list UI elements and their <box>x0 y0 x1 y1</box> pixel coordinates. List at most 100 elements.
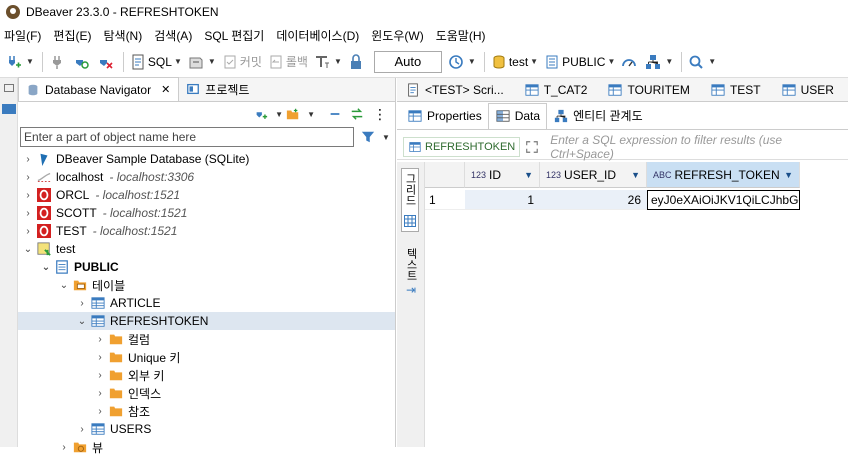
sort-icon[interactable]: ▼ <box>631 170 640 180</box>
tab-data[interactable]: Data <box>487 102 548 129</box>
tab-grid-view[interactable]: 그리드 <box>401 168 419 232</box>
tree-item-users[interactable]: › USERS <box>18 420 395 438</box>
new-connection-button[interactable]: ▼ <box>4 51 34 73</box>
tab-er-diagram[interactable]: 엔티티 관계도 <box>547 103 649 129</box>
reconnect-button[interactable] <box>71 51 91 73</box>
chevron-right-icon[interactable]: › <box>22 208 34 219</box>
tab-t-cat2[interactable]: T_CAT2 <box>516 78 600 101</box>
tab-test[interactable]: TEST <box>702 78 773 101</box>
connect-button[interactable] <box>47 51 67 73</box>
tree-item-views[interactable]: › 뷰 <box>18 438 395 456</box>
tree-item-localhost[interactable]: › localhost - localhost:3306 <box>18 168 395 186</box>
chevron-right-icon[interactable]: › <box>94 388 106 399</box>
menu-search[interactable]: 검색(A) <box>152 27 200 44</box>
tab-projects[interactable]: 프로젝트 <box>179 77 257 101</box>
filter-row: ▼ <box>18 126 395 148</box>
tree-item-columns[interactable]: › 컬럼 <box>18 330 395 348</box>
tree-item-sample-db[interactable]: › DBeaver Sample Database (SQLite) <box>18 150 395 168</box>
row-number[interactable]: 1 <box>425 190 465 210</box>
tree-item-unique-keys[interactable]: › Unique 키 <box>18 348 395 366</box>
new-connection-icon[interactable] <box>253 107 269 121</box>
tree-item-orcl[interactable]: › ORCL - localhost:1521 <box>18 186 395 204</box>
history-button[interactable]: ▼ <box>446 51 476 73</box>
panel-icon[interactable] <box>2 104 16 114</box>
chevron-down-icon[interactable]: ▼ <box>275 110 283 119</box>
tree-item-tables[interactable]: ⌄ 테이블 <box>18 276 395 294</box>
menu-sql-editor[interactable]: SQL 편집기 <box>202 27 272 44</box>
menu-edit[interactable]: 편집(E) <box>51 27 99 44</box>
chevron-down-icon[interactable]: ⌄ <box>22 244 34 255</box>
commit-label: 커밋 <box>239 55 262 69</box>
menu-window[interactable]: 윈도우(W) <box>369 27 431 44</box>
menu-help[interactable]: 도움말(H) <box>434 27 494 44</box>
tree-item-foreign-keys[interactable]: › 외부 키 <box>18 366 395 384</box>
menu-database[interactable]: 데이터베이스(D) <box>274 27 367 44</box>
new-folder-icon[interactable] <box>285 107 301 121</box>
commit-button[interactable]: 커밋 <box>220 51 262 73</box>
chevron-right-icon[interactable]: › <box>22 154 34 165</box>
tree-item-refreshtoken[interactable]: ⌄ REFRESHTOKEN <box>18 312 395 330</box>
chevron-right-icon[interactable]: › <box>22 172 34 183</box>
cell-id[interactable]: 1 <box>465 190 540 210</box>
cell-refresh-token[interactable]: eyJ0eXAiOiJKV1QiLCJhbGciO <box>647 190 800 210</box>
transaction-log-button[interactable]: ▼ <box>312 51 342 73</box>
object-filter-input[interactable] <box>20 127 354 147</box>
disconnect-button[interactable] <box>95 51 115 73</box>
tree-item-references[interactable]: › 참조 <box>18 402 395 420</box>
menu-file[interactable]: 파일(F) <box>2 27 49 44</box>
chevron-right-icon[interactable]: › <box>22 226 34 237</box>
filter-icon[interactable] <box>360 130 376 144</box>
chevron-right-icon[interactable]: › <box>94 370 106 381</box>
tab-database-navigator[interactable]: Database Navigator ✕ <box>18 77 180 101</box>
schema-selector[interactable]: PUBLIC ▼ <box>542 51 615 73</box>
tables-folder-icon <box>73 280 87 291</box>
chevron-right-icon[interactable]: › <box>94 352 106 363</box>
chevron-right-icon[interactable]: › <box>94 334 106 345</box>
tab-test-script[interactable]: <TEST> Scri... <box>397 78 516 101</box>
tx-mode-button[interactable]: ▼ <box>186 51 216 73</box>
link-editor-icon[interactable] <box>349 107 365 121</box>
chevron-right-icon[interactable]: › <box>76 298 88 309</box>
search-button[interactable]: ▼ <box>686 51 716 73</box>
tree-item-article[interactable]: › ARTICLE <box>18 294 395 312</box>
view-menu-icon[interactable]: ⋮ <box>373 106 387 123</box>
sort-icon[interactable]: ▼ <box>784 170 793 180</box>
rollback-button[interactable]: 롤백 <box>266 51 308 73</box>
tab-users[interactable]: USER <box>773 78 846 101</box>
tab-text-view[interactable]: 텍스트 ⇥ <box>403 248 419 308</box>
tree-item-public[interactable]: ⌄ PUBLIC <box>18 258 395 276</box>
sql-filter-input[interactable]: Enter a SQL expression to filter results… <box>550 133 848 161</box>
tree-item-indexes[interactable]: › 인덱스 <box>18 384 395 402</box>
column-header-refresh-token[interactable]: ABC REFRESH_TOKEN ▼ <box>647 162 800 188</box>
lock-button[interactable] <box>346 51 366 73</box>
column-header-user-id[interactable]: 123 USER_ID ▼ <box>540 162 647 188</box>
column-header-id[interactable]: 123 ID ▼ <box>465 162 540 188</box>
tab-properties[interactable]: Properties <box>401 103 488 129</box>
chevron-down-icon[interactable]: ▼ <box>382 133 390 142</box>
chevron-down-icon[interactable]: ⌄ <box>40 262 52 273</box>
expand-icon[interactable] <box>524 140 540 154</box>
chevron-right-icon[interactable]: › <box>22 190 34 201</box>
sort-icon[interactable]: ▼ <box>524 170 533 180</box>
cell-user-id[interactable]: 26 <box>540 190 647 210</box>
transaction-mode-field[interactable]: Auto <box>373 50 442 73</box>
chevron-down-icon[interactable]: ⌄ <box>58 280 70 291</box>
restore-icon[interactable] <box>4 84 14 92</box>
dashboard-button[interactable] <box>619 51 639 73</box>
datasource-selector[interactable]: test ▼ <box>489 51 538 73</box>
tasks-button[interactable]: ▼ <box>643 51 673 73</box>
table-name-chip[interactable]: REFRESHTOKEN <box>403 136 521 157</box>
tree-item-test-oracle[interactable]: › TEST - localhost:1521 <box>18 222 395 240</box>
close-icon[interactable]: ✕ <box>161 83 170 96</box>
chevron-right-icon[interactable]: › <box>58 442 70 453</box>
chevron-right-icon[interactable]: › <box>76 424 88 435</box>
sql-editor-button[interactable]: SQL ▼ <box>128 51 182 73</box>
tree-item-scott[interactable]: › SCOTT - localhost:1521 <box>18 204 395 222</box>
chevron-down-icon[interactable]: ▼ <box>307 110 315 119</box>
collapse-all-icon[interactable] <box>327 107 343 121</box>
tree-item-test-h2[interactable]: ⌄ test <box>18 240 395 258</box>
chevron-down-icon[interactable]: ⌄ <box>76 316 88 327</box>
tab-touritem[interactable]: TOURITEM <box>599 78 701 101</box>
chevron-right-icon[interactable]: › <box>94 406 106 417</box>
menu-navigate[interactable]: 탐색(N) <box>101 27 150 44</box>
